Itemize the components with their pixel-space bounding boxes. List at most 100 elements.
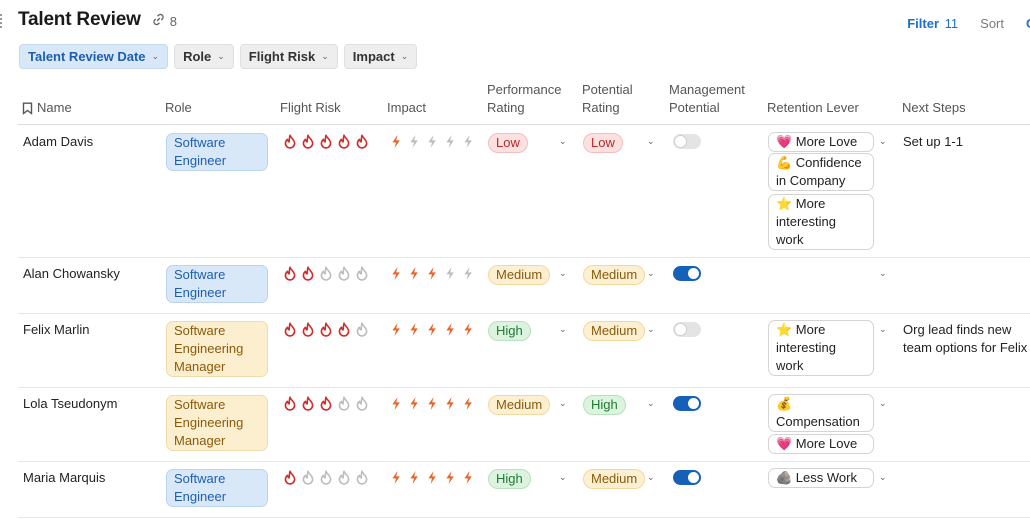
role-chip[interactable]: Software Engineering Manager	[166, 321, 268, 377]
chevron-down-icon[interactable]: ⌄	[879, 472, 887, 483]
next-steps-text[interactable]: Org lead finds new team options for Feli…	[903, 321, 1028, 357]
fire-icon[interactable]	[355, 134, 369, 154]
fire-icon[interactable]	[283, 470, 297, 490]
filter-button[interactable]: Filter 11	[907, 16, 958, 31]
retention-lever-chip[interactable]: ⭐ More interesting work	[768, 194, 874, 250]
row-name[interactable]: Maria Marquis	[23, 469, 105, 487]
fire-icon[interactable]	[337, 266, 351, 286]
chevron-down-icon[interactable]: ⌄	[879, 324, 887, 335]
column-header-retention[interactable]: Retention Lever	[767, 99, 859, 117]
fire-icon[interactable]	[319, 322, 333, 342]
lightning-icon[interactable]	[425, 266, 439, 286]
column-header-name[interactable]: Name	[22, 99, 72, 117]
fire-icon[interactable]	[283, 134, 297, 154]
lightning-icon[interactable]	[407, 266, 421, 286]
flight-risk-rating[interactable]	[283, 470, 369, 490]
potential-pill[interactable]: Medium	[583, 469, 646, 489]
row-name[interactable]: Adam Davis	[23, 133, 93, 151]
lightning-icon[interactable]	[389, 134, 403, 154]
chevron-down-icon[interactable]: ⌄	[647, 268, 655, 279]
chevron-down-icon[interactable]: ⌄	[559, 324, 567, 335]
performance-pill[interactable]: Low	[488, 133, 528, 153]
link-count[interactable]: 8	[151, 12, 177, 30]
performance-pill[interactable]: Medium	[488, 265, 551, 285]
fire-icon[interactable]	[355, 396, 369, 416]
lightning-icon[interactable]	[461, 470, 475, 490]
retention-lever-chip[interactable]: 💰 Compensation	[768, 394, 874, 432]
lightning-icon[interactable]	[461, 396, 475, 416]
fire-icon[interactable]	[337, 322, 351, 342]
row-name[interactable]: Lola Tseudonym	[23, 395, 117, 413]
chip-role[interactable]: Role ⌄	[174, 44, 234, 69]
column-header-flight-risk[interactable]: Flight Risk	[280, 99, 341, 117]
potential-pill[interactable]: High	[583, 395, 626, 415]
lightning-icon[interactable]	[389, 396, 403, 416]
column-header-potential[interactable]: Potential Rating	[582, 81, 652, 117]
lightning-icon[interactable]	[425, 134, 439, 154]
column-header-impact[interactable]: Impact	[387, 99, 426, 117]
fire-icon[interactable]	[355, 322, 369, 342]
chevron-down-icon[interactable]: ⌄	[647, 324, 655, 335]
sort-button[interactable]: Sort	[980, 16, 1004, 31]
fire-icon[interactable]	[337, 134, 351, 154]
management-toggle[interactable]	[673, 470, 701, 485]
fire-icon[interactable]	[355, 470, 369, 490]
management-toggle[interactable]	[673, 322, 701, 337]
fire-icon[interactable]	[301, 322, 315, 342]
lightning-icon[interactable]	[407, 396, 421, 416]
row-name[interactable]: Alan Chowansky	[23, 265, 120, 283]
potential-pill[interactable]: Medium	[583, 321, 646, 341]
column-header-management[interactable]: Management Potential	[669, 81, 754, 117]
retention-lever-chip[interactable]: 💗 More Love	[768, 434, 874, 454]
row-name[interactable]: Felix Marlin	[23, 321, 89, 339]
role-chip[interactable]: Software Engineering Manager	[166, 395, 268, 451]
chevron-down-icon[interactable]: ⌄	[879, 136, 887, 147]
potential-pill[interactable]: Low	[583, 133, 623, 153]
fire-icon[interactable]	[337, 470, 351, 490]
flight-risk-rating[interactable]	[283, 134, 369, 154]
lightning-icon[interactable]	[407, 470, 421, 490]
management-toggle[interactable]	[673, 266, 701, 281]
performance-pill[interactable]: Medium	[488, 395, 551, 415]
column-header-role[interactable]: Role	[165, 99, 192, 117]
fire-icon[interactable]	[319, 266, 333, 286]
fire-icon[interactable]	[319, 470, 333, 490]
fire-icon[interactable]	[283, 322, 297, 342]
impact-rating[interactable]	[389, 322, 475, 342]
column-header-performance[interactable]: Performance Rating	[487, 81, 572, 117]
retention-lever-chip[interactable]: 💪 Confidence in Company	[768, 153, 874, 191]
impact-rating[interactable]	[389, 396, 475, 416]
flight-risk-rating[interactable]	[283, 322, 369, 342]
fire-icon[interactable]	[337, 396, 351, 416]
chip-impact[interactable]: Impact ⌄	[343, 44, 418, 69]
lightning-icon[interactable]	[461, 134, 475, 154]
fire-icon[interactable]	[301, 266, 315, 286]
chevron-down-icon[interactable]: ⌄	[879, 398, 887, 409]
fire-icon[interactable]	[283, 266, 297, 286]
fire-icon[interactable]	[301, 470, 315, 490]
performance-pill[interactable]: High	[488, 469, 531, 489]
lightning-icon[interactable]	[425, 396, 439, 416]
management-toggle[interactable]	[673, 134, 701, 149]
flight-risk-rating[interactable]	[283, 396, 369, 416]
chevron-down-icon[interactable]: ⌄	[647, 136, 655, 147]
chevron-down-icon[interactable]: ⌄	[647, 398, 655, 409]
impact-rating[interactable]	[389, 266, 475, 286]
role-chip[interactable]: Software Engineer	[166, 469, 268, 507]
retention-lever-chip[interactable]: ⭐ More interesting work	[768, 320, 874, 376]
lightning-icon[interactable]	[461, 322, 475, 342]
chevron-down-icon[interactable]: ⌄	[879, 268, 887, 279]
next-steps-text[interactable]: Set up 1-1	[903, 133, 1028, 151]
fire-icon[interactable]	[301, 396, 315, 416]
lightning-icon[interactable]	[443, 322, 457, 342]
lightning-icon[interactable]	[389, 470, 403, 490]
management-toggle[interactable]	[673, 396, 701, 411]
fire-icon[interactable]	[319, 396, 333, 416]
chevron-down-icon[interactable]: ⌄	[559, 472, 567, 483]
lightning-icon[interactable]	[425, 322, 439, 342]
fire-icon[interactable]	[283, 396, 297, 416]
fire-icon[interactable]	[355, 266, 369, 286]
lightning-icon[interactable]	[443, 134, 457, 154]
chevron-down-icon[interactable]: ⌄	[559, 136, 567, 147]
impact-rating[interactable]	[389, 134, 475, 154]
